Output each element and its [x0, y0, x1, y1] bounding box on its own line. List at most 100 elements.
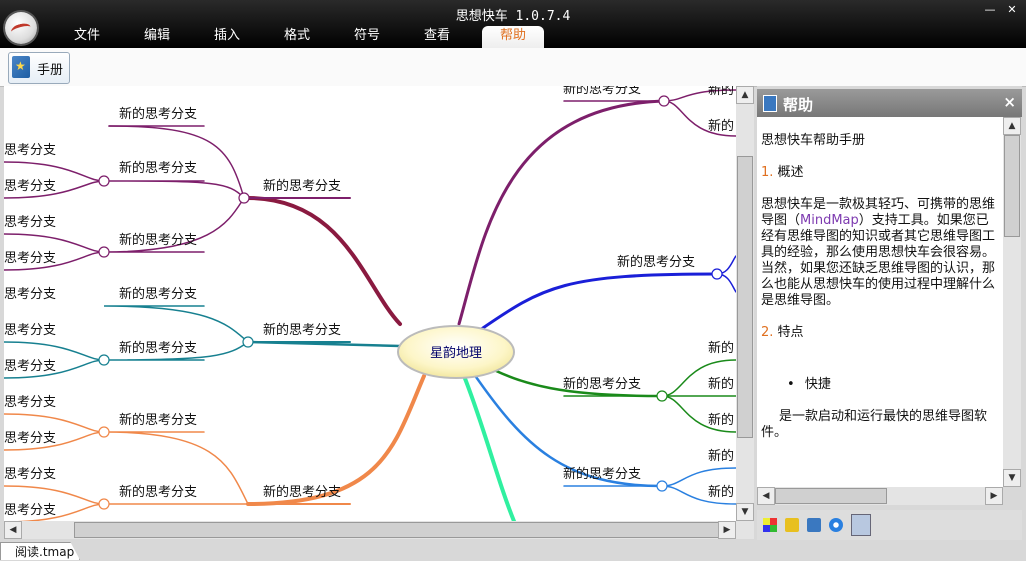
title-bar: 思想快车 1.0.7.4 — ✕ 文件 编辑 插入 格式 符号 查看 帮助 — [0, 0, 1026, 48]
node-label[interactable]: 思考分支 — [4, 179, 56, 194]
node-label[interactable]: 思考分支 — [4, 251, 56, 266]
node-circle[interactable] — [656, 390, 668, 402]
scroll-down-icon[interactable]: ▼ — [1003, 469, 1021, 487]
help-hscroll-thumb[interactable] — [775, 488, 887, 504]
menu-view[interactable]: 查看 — [406, 26, 468, 48]
scroll-up-icon[interactable]: ▲ — [1003, 117, 1021, 135]
manual-label: 手册 — [37, 63, 64, 78]
node-label[interactable]: 新的思考分支 — [119, 232, 197, 248]
canvas-vertical-scrollbar[interactable]: ▲ ▼ — [736, 86, 754, 521]
file-tab[interactable]: 阅读.tmap — [0, 542, 80, 560]
manual-button[interactable]: 手册 — [8, 52, 70, 84]
node-label[interactable]: 新的 — [708, 340, 734, 356]
branch-line — [4, 413, 105, 433]
app-title: 思想快车 1.0.7.4 — [455, 9, 571, 24]
node-circle[interactable] — [711, 268, 723, 280]
node-label[interactable]: 思考分支 — [4, 503, 56, 518]
node-circle[interactable] — [238, 192, 250, 204]
node-label[interactable]: 新的思考分支 — [263, 178, 341, 194]
node-circle[interactable] — [98, 246, 110, 258]
node-circle[interactable] — [98, 498, 110, 510]
node-label[interactable]: 新的 — [708, 412, 734, 428]
canvas-hscroll-thumb[interactable] — [74, 522, 736, 538]
node-circle[interactable] — [242, 336, 254, 348]
notes-icon[interactable] — [807, 518, 821, 532]
node-label[interactable]: 新的思考分支 — [563, 86, 641, 97]
node-label[interactable]: 新的 — [708, 448, 734, 464]
section-title: 特点 — [777, 325, 804, 340]
panel-toolbar — [757, 510, 1022, 540]
help-panel: 帮助 × 思想快车帮助手册 1. 概述 思想快车是一款极其轻巧、可携带的思维导图… — [757, 86, 1022, 540]
node-circle[interactable] — [98, 426, 110, 438]
menu-symbol[interactable]: 符号 — [336, 26, 398, 48]
branch-line — [4, 233, 105, 253]
node-circle[interactable] — [656, 480, 668, 492]
mindmap-link[interactable]: MindMap — [800, 213, 859, 228]
node-label[interactable]: 新的 — [708, 376, 734, 392]
node-label[interactable]: 新的思考分支 — [563, 466, 641, 482]
node-label[interactable]: 新的思考分支 — [119, 160, 197, 176]
node-label[interactable]: 新的 — [708, 118, 734, 134]
menu-help[interactable]: 帮助 — [482, 26, 544, 48]
node-label[interactable]: 新的思考分支 — [563, 376, 641, 392]
bullet-icon: • — [787, 377, 795, 392]
node-label[interactable]: 新的思考分支 — [119, 484, 197, 500]
node-label[interactable]: 新的思考分支 — [119, 106, 197, 122]
ribbon-toolbar: 手册 — [0, 48, 1026, 87]
node-label[interactable]: 新的思考分支 — [263, 322, 341, 338]
menu-format[interactable]: 格式 — [266, 26, 328, 48]
node-label[interactable]: 新的思考分支 — [119, 286, 197, 302]
menu-file[interactable]: 文件 — [56, 26, 118, 48]
node-circle[interactable] — [98, 175, 110, 187]
scroll-right-icon[interactable]: ▶ — [718, 521, 736, 539]
bullet-text: 快捷 — [804, 377, 831, 392]
node-label[interactable]: 思考分支 — [4, 287, 56, 302]
close-window-icon[interactable]: ✕ — [1004, 4, 1020, 16]
palette-icon[interactable] — [763, 518, 777, 532]
scroll-right-icon[interactable]: ▶ — [985, 487, 1003, 505]
scroll-left-icon[interactable]: ◀ — [4, 521, 22, 539]
node-label[interactable]: 思考分支 — [4, 431, 56, 446]
node-label[interactable]: 思考分支 — [4, 395, 56, 410]
minimize-icon[interactable]: — — [982, 4, 998, 16]
branch-line — [457, 99, 666, 326]
node-label[interactable]: 思考分支 — [4, 359, 56, 374]
section-title: 概述 — [777, 165, 804, 180]
help-section-1: 1. 概述 — [761, 165, 999, 181]
help-panel-header: 帮助 × — [757, 89, 1022, 117]
node-label[interactable]: 思考分支 — [4, 467, 56, 482]
help-book-tool-icon[interactable] — [851, 514, 871, 536]
help-content: 思想快车帮助手册 1. 概述 思想快车是一款极其轻巧、可携带的思维导图（Mind… — [757, 117, 1003, 487]
menu-edit[interactable]: 编辑 — [126, 26, 188, 48]
help-close-icon[interactable]: × — [1003, 93, 1016, 111]
help-vertical-scrollbar[interactable]: ▲ ▼ — [1003, 117, 1021, 487]
node-label[interactable]: 思考分支 — [4, 323, 56, 338]
node-label[interactable]: 新的思考分支 — [119, 412, 197, 428]
node-label[interactable]: 新的思考分支 — [263, 484, 341, 500]
menu-insert[interactable]: 插入 — [196, 26, 258, 48]
help-horizontal-scrollbar[interactable]: ◀ ▶ — [757, 487, 1003, 505]
node-label[interactable]: 新的 — [708, 484, 734, 500]
help-book-icon — [763, 95, 777, 112]
canvas-horizontal-scrollbar[interactable]: ◀ ▶ — [4, 521, 754, 539]
folder-icon[interactable] — [785, 518, 799, 532]
scroll-up-icon[interactable]: ▲ — [736, 86, 754, 104]
branch-line — [103, 180, 245, 199]
scroll-down-icon[interactable]: ▼ — [736, 503, 754, 521]
node-label[interactable]: 思考分支 — [4, 215, 56, 230]
help-bullet: • 快捷 — [761, 377, 999, 393]
node-label[interactable]: 新的 — [708, 86, 734, 98]
browser-icon[interactable] — [829, 518, 843, 532]
mindmap-canvas[interactable]: 星韵地理 新的思考分支 新的思考分支 新的思考分支 新的思考分支 思考分支 思考… — [4, 86, 736, 521]
section-number: 2. — [761, 325, 774, 340]
node-label[interactable]: 新的思考分支 — [119, 340, 197, 356]
canvas-vscroll-thumb[interactable] — [737, 156, 753, 438]
node-label[interactable]: 思考分支 — [4, 143, 56, 158]
node-circle[interactable] — [658, 95, 670, 107]
scroll-left-icon[interactable]: ◀ — [757, 487, 775, 505]
help-heading: 思想快车帮助手册 — [761, 133, 866, 148]
help-vscroll-thumb[interactable] — [1004, 135, 1020, 237]
node-circle[interactable] — [98, 354, 110, 366]
mindmap-svg: 星韵地理 新的思考分支 新的思考分支 新的思考分支 新的思考分支 思考分支 思考… — [4, 86, 736, 521]
node-label[interactable]: 新的思考分支 — [617, 254, 695, 270]
